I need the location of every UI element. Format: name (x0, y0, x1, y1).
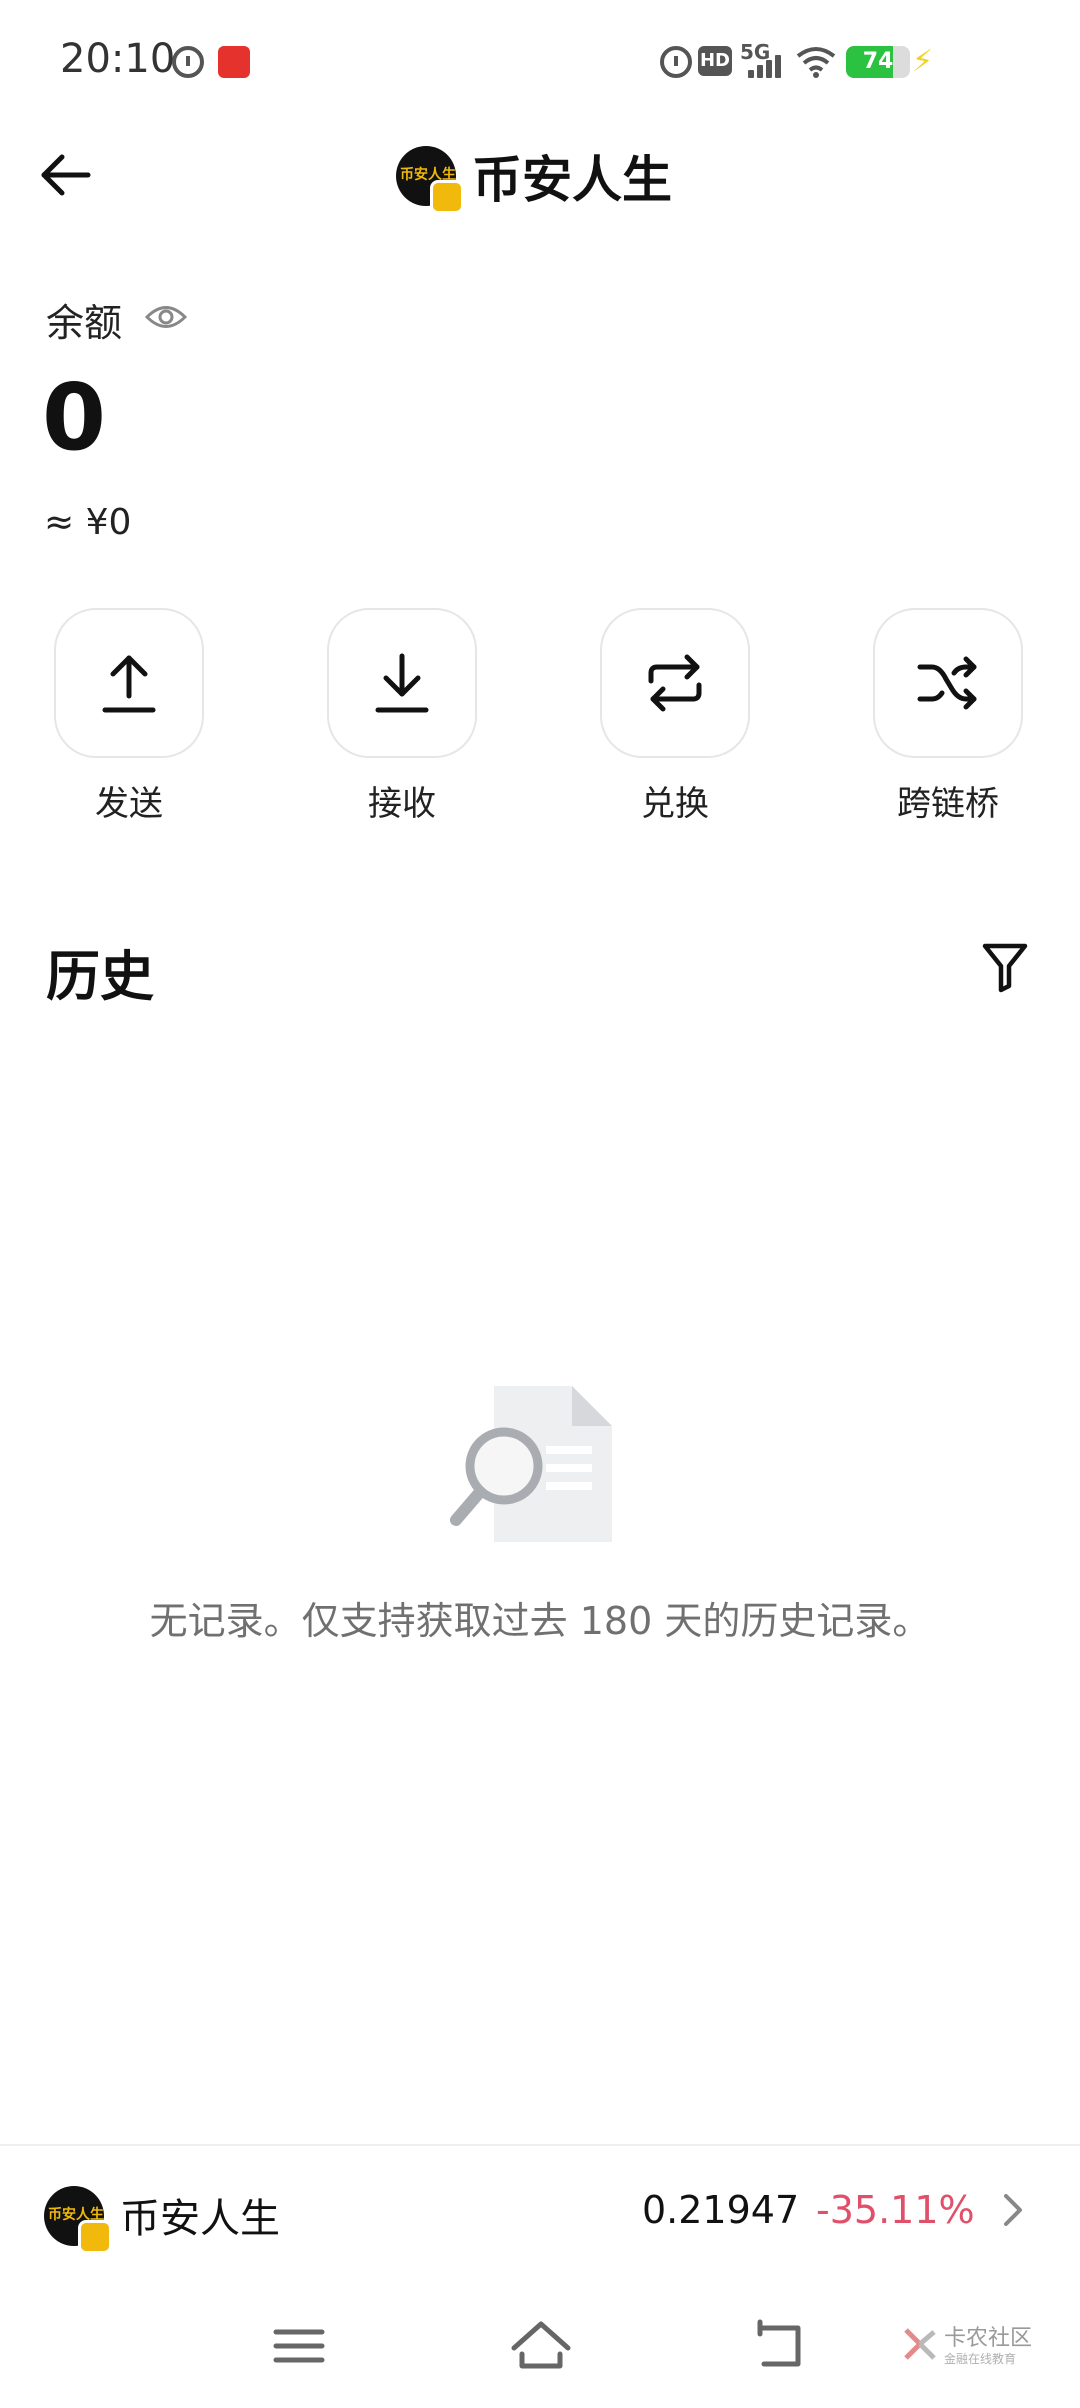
wifi-icon (796, 47, 836, 78)
signal-icon (748, 50, 792, 78)
system-nav-bar: 卡农社区 金融在线教育 (0, 2284, 1080, 2408)
swap-icon (648, 654, 702, 712)
watermark-text: 卡农社区 (944, 2326, 1033, 2351)
status-time: 20:10 (60, 36, 176, 82)
ticker-price: 0.21947 (642, 2188, 800, 2232)
watermark-logo-icon (904, 2328, 936, 2360)
charging-icon: ⚡ (912, 44, 934, 79)
history-title: 历史 (46, 945, 154, 1008)
token-ticker-bar[interactable]: 币安人生 币安人生 0.21947 -35.11% (0, 2144, 1080, 2284)
balance-label: 余额 (46, 301, 123, 345)
alarm-icon (172, 46, 204, 78)
ticker-avatar: 币安人生 (44, 2186, 112, 2254)
ticker-name: 币安人生 (120, 2196, 280, 2242)
page-title: 币安人生 (472, 151, 672, 209)
eye-icon[interactable] (144, 302, 188, 332)
bridge-button[interactable] (873, 608, 1023, 758)
upload-arrow-icon (102, 655, 156, 713)
alarm-icon (660, 46, 692, 78)
filter-icon[interactable] (980, 940, 1030, 994)
swap-action[interactable]: 兑换 (600, 608, 750, 825)
bridge-label: 跨链桥 (897, 784, 999, 824)
swap-button[interactable] (600, 608, 750, 758)
back-nav-icon[interactable] (746, 2314, 816, 2378)
empty-document-search-icon (450, 1386, 612, 1542)
chain-badge-icon (78, 2220, 112, 2254)
balance-amount: 0 (42, 364, 107, 471)
battery-icon: 74 (846, 46, 910, 78)
hd-icon: HD (698, 46, 732, 76)
status-bar: 20:10 HD 5G 74 ⚡ (0, 0, 1080, 120)
receive-label: 接收 (368, 784, 436, 824)
receive-action[interactable]: 接收 (327, 608, 477, 825)
home-icon[interactable] (506, 2314, 576, 2378)
balance-fiat: ≈ ¥0 (44, 502, 132, 543)
video-app-icon (218, 46, 250, 78)
send-action[interactable]: 发送 (54, 608, 204, 825)
watermark-subtext: 金融在线教育 (944, 2352, 1017, 2366)
token-avatar: 币安人生 (396, 146, 464, 214)
chain-badge-icon (430, 180, 464, 214)
watermark: 卡农社区 金融在线教育 (900, 2320, 1060, 2380)
back-arrow-icon[interactable] (30, 140, 100, 210)
empty-message: 无记录。仅支持获取过去 180 天的历史记录。 (149, 1599, 931, 1643)
bridge-action[interactable]: 跨链桥 (873, 608, 1023, 825)
ticker-change: -35.11% (816, 2188, 975, 2232)
battery-level: 74 (862, 49, 894, 74)
send-label: 发送 (95, 784, 163, 824)
swap-label: 兑换 (641, 784, 709, 824)
receive-button[interactable] (327, 608, 477, 758)
chevron-right-icon[interactable] (1000, 2190, 1026, 2230)
send-button[interactable] (54, 608, 204, 758)
download-arrow-icon (375, 653, 429, 713)
shuffle-icon (917, 656, 977, 710)
menu-icon[interactable] (264, 2314, 334, 2378)
